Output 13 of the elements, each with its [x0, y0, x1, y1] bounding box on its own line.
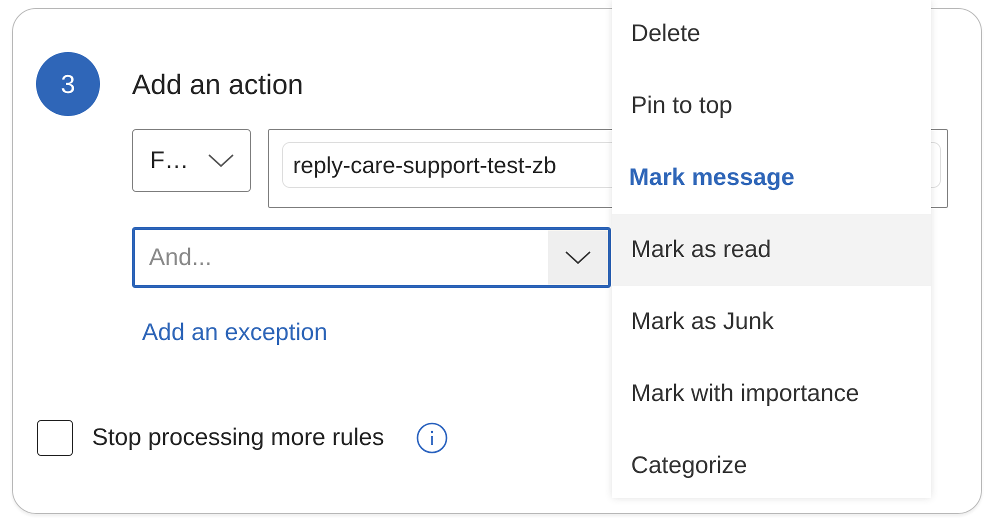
- menu-item[interactable]: Mark as read: [612, 214, 931, 286]
- chevron-down-icon: [208, 154, 234, 168]
- action-type-dropdown[interactable]: F…: [132, 129, 251, 192]
- menu-item[interactable]: Categorize: [612, 430, 931, 498]
- info-icon[interactable]: [416, 422, 448, 454]
- checkbox[interactable]: [37, 420, 73, 456]
- menu-item[interactable]: Mark as Junk: [612, 286, 931, 358]
- menu-item[interactable]: Mark with importance: [612, 358, 931, 430]
- checkbox-label: Stop processing more rules: [92, 424, 384, 452]
- section-title: Add an action: [132, 69, 304, 101]
- step-number: 3: [36, 52, 100, 116]
- menu-item[interactable]: Delete: [612, 0, 931, 70]
- add-exception-link[interactable]: Add an exception: [142, 319, 328, 347]
